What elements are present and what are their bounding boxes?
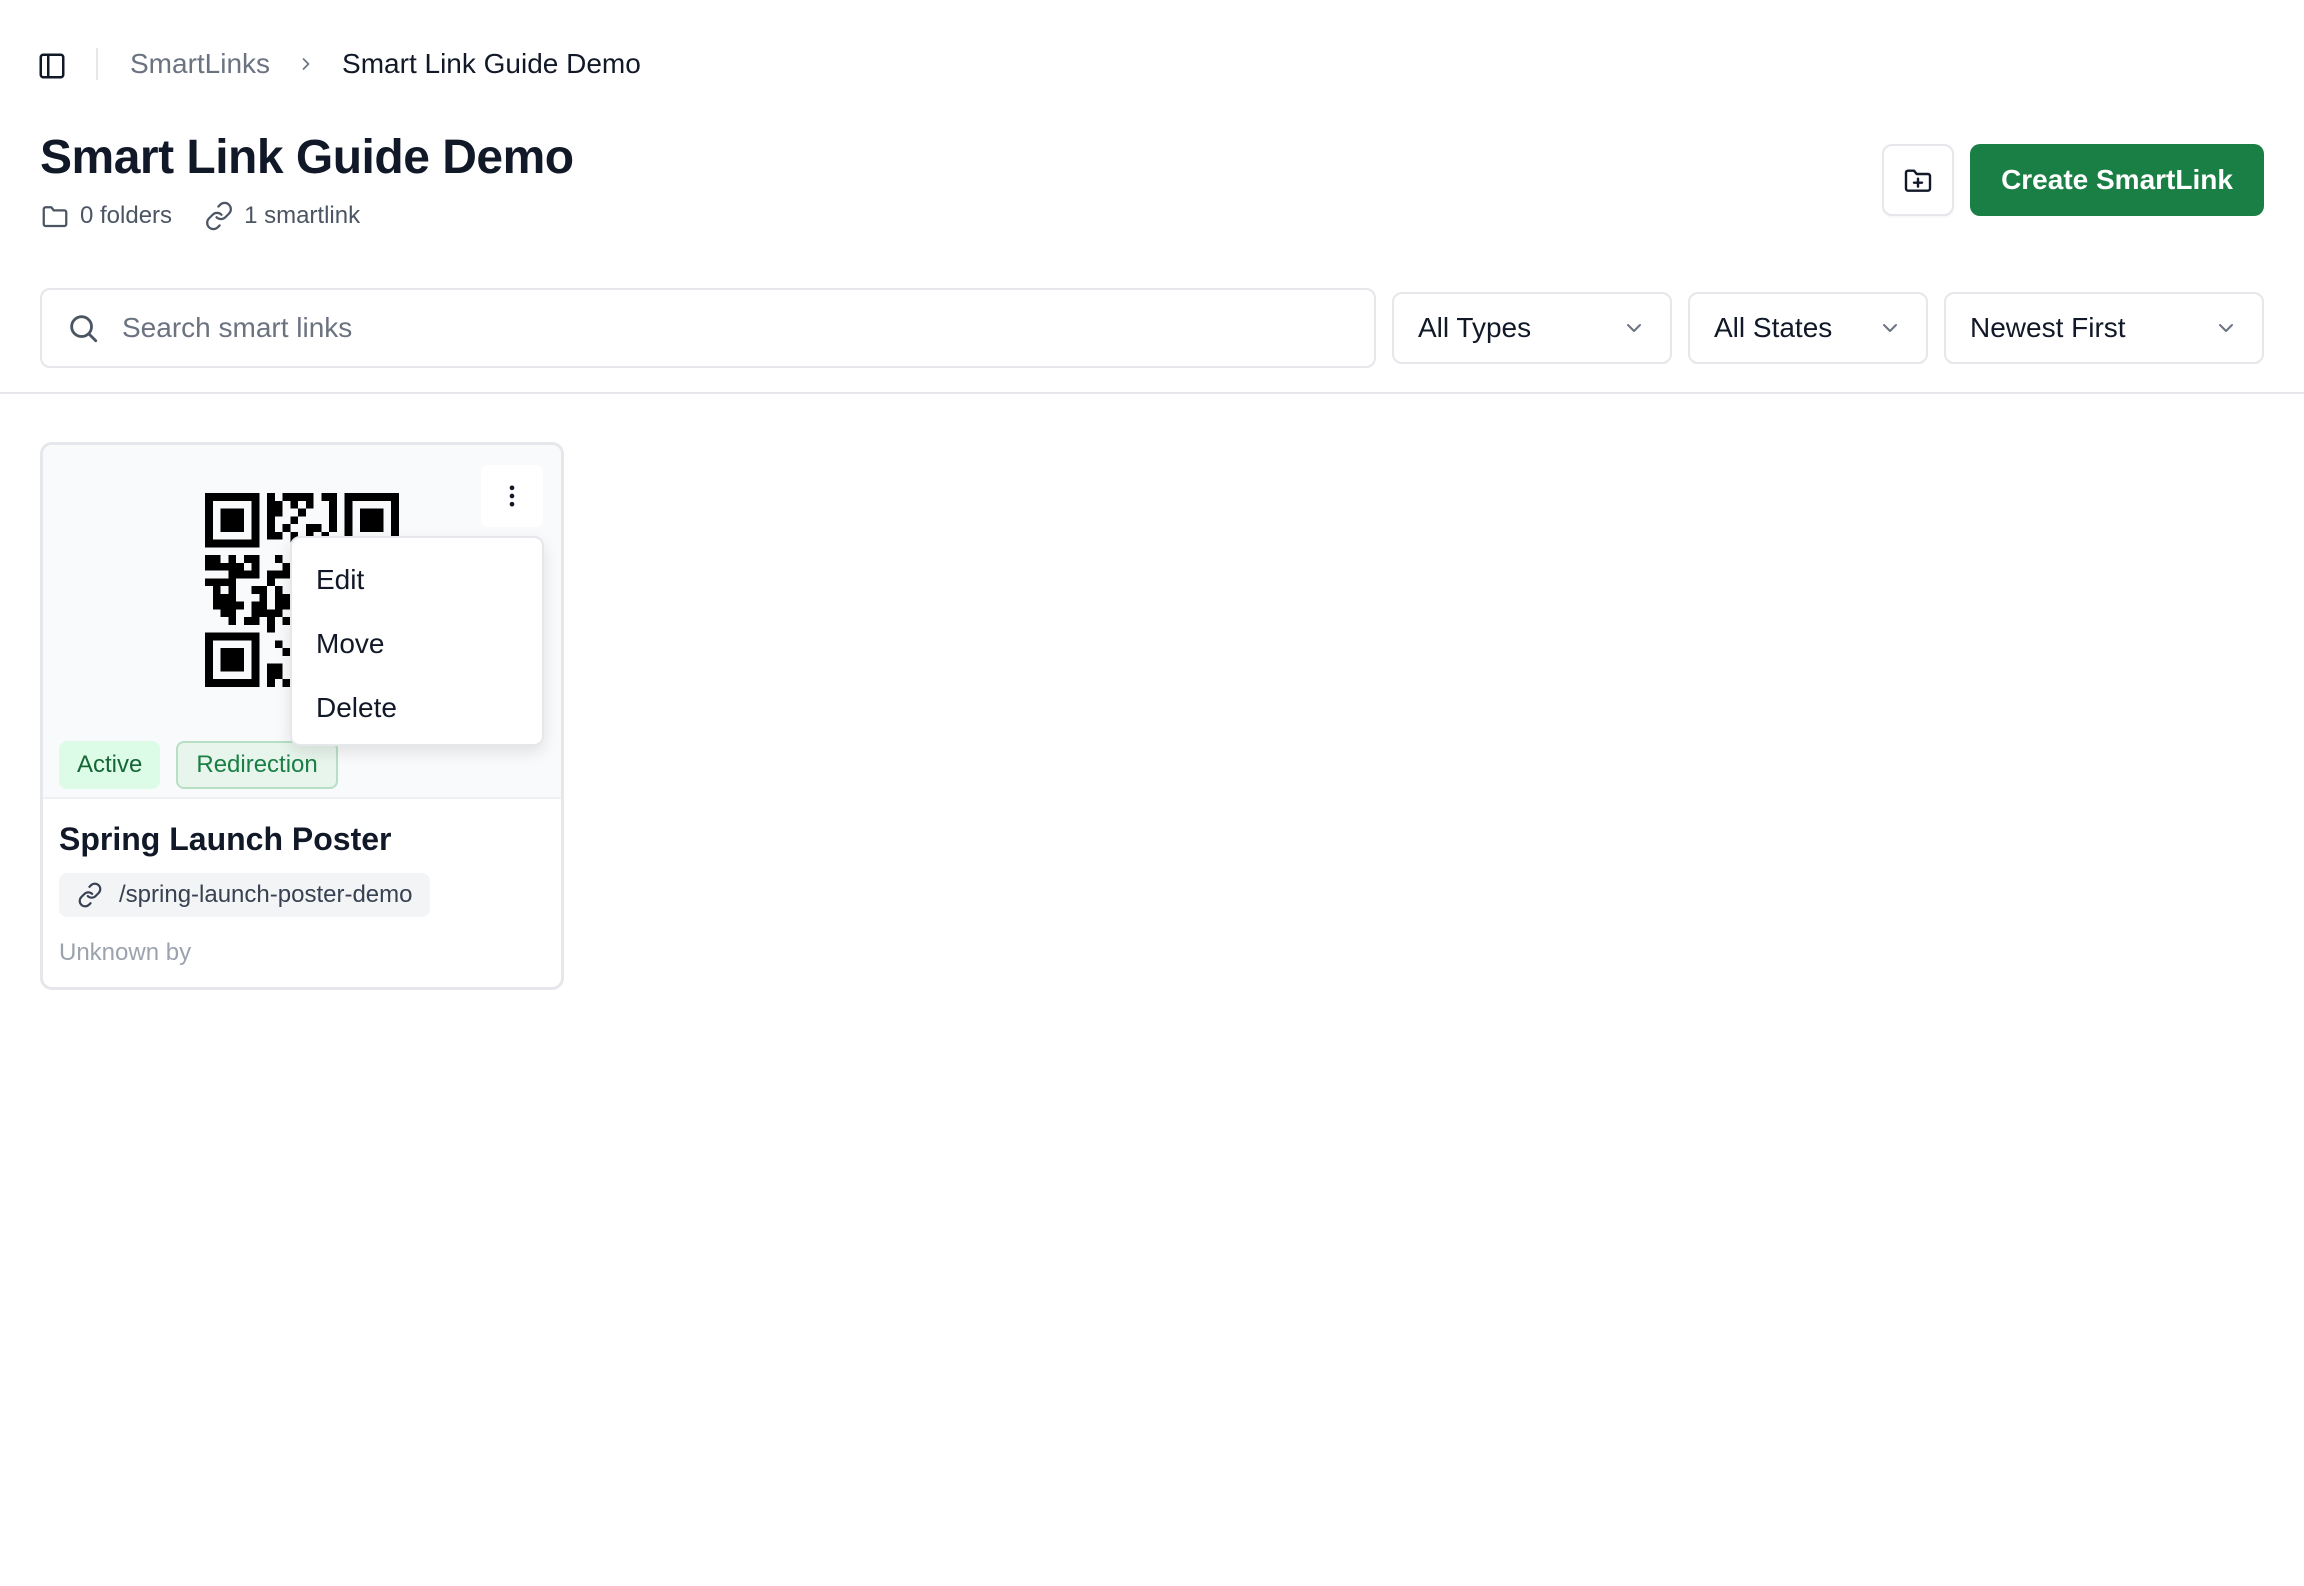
sidebar-toggle-button[interactable]	[36, 50, 68, 82]
menu-item-delete[interactable]: Delete	[292, 676, 542, 740]
folders-count: 0 folders	[40, 201, 172, 231]
vertical-ellipsis-icon	[509, 485, 515, 507]
chevron-down-icon	[1883, 324, 1897, 332]
type-badge: Redirection	[176, 741, 338, 789]
content-divider	[0, 392, 2304, 394]
folder-icon	[42, 206, 68, 228]
folders-count-text: 0 folders	[80, 202, 173, 229]
card-actions-menu: Edit Move Delete	[290, 536, 544, 746]
sort-select[interactable]: Newest First	[1944, 292, 2264, 364]
card-more-button[interactable]	[481, 465, 543, 527]
type-filter-value: All Types	[1418, 312, 1532, 343]
slug-text: /spring-launch-poster-demo	[119, 881, 413, 908]
new-folder-button[interactable]	[1882, 144, 1954, 216]
search-box[interactable]	[40, 288, 1376, 368]
card-title[interactable]: Spring Launch Poster	[59, 821, 391, 858]
chevron-down-icon	[1627, 324, 1641, 332]
folder-plus-icon	[1904, 169, 1932, 192]
sidebar-panel-icon	[39, 53, 65, 79]
menu-item-edit[interactable]: Edit	[292, 548, 542, 612]
page-title: Smart Link Guide Demo	[40, 131, 574, 184]
chevron-right-icon	[296, 54, 316, 74]
smartlinks-count: 1 smartlink	[204, 201, 360, 231]
type-filter-select[interactable]: All Types	[1392, 292, 1672, 364]
breadcrumb: SmartLinks Smart Link Guide Demo	[130, 44, 641, 84]
card-badges: Active Redirection	[59, 741, 354, 789]
sort-value: Newest First	[1970, 312, 2126, 343]
search-icon	[70, 315, 98, 343]
menu-item-move[interactable]: Move	[292, 612, 542, 676]
search-input[interactable]	[122, 312, 1322, 344]
card-footer: Unknown by	[59, 939, 192, 966]
link-icon	[206, 201, 232, 231]
smartlinks-folder-page: SmartLinks Smart Link Guide Demo Smart L…	[0, 0, 2304, 1586]
link-icon	[78, 882, 102, 908]
breadcrumb-current: Smart Link Guide Demo	[342, 48, 641, 79]
breadcrumb-smartlinks-link[interactable]: SmartLinks	[130, 48, 270, 80]
state-filter-value: All States	[1714, 312, 1833, 343]
chevron-down-icon	[2219, 324, 2233, 332]
create-smartlink-button[interactable]: Create SmartLink	[1970, 144, 2264, 216]
smartlinks-count-text: 1 smartlink	[244, 202, 361, 229]
status-badge: Active	[59, 741, 161, 789]
slug-chip[interactable]: /spring-launch-poster-demo	[59, 873, 431, 917]
state-filter-select[interactable]: All States	[1688, 292, 1928, 364]
folder-meta: 0 folders 1 smartlink	[40, 198, 392, 234]
topbar-divider	[96, 48, 98, 80]
